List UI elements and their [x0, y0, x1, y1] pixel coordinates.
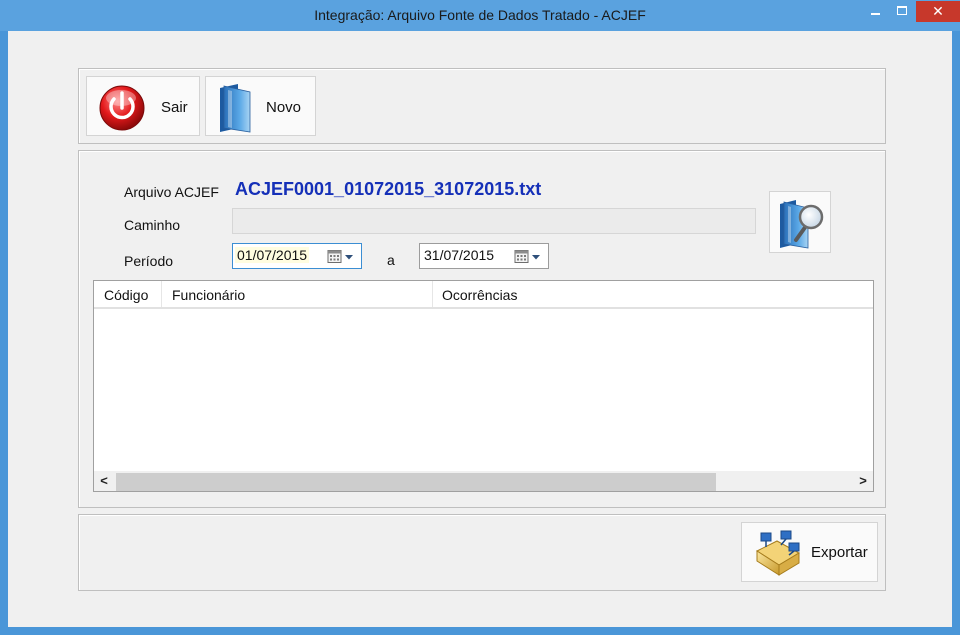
calendar-dropdown-icon[interactable]	[514, 249, 542, 265]
novo-button[interactable]: Novo	[205, 76, 316, 136]
scroll-left-icon[interactable]: <	[94, 471, 114, 491]
grid-header: Código Funcionário Ocorrências	[94, 281, 873, 309]
date-to-picker[interactable]: 31/07/2015	[419, 243, 549, 269]
sair-button[interactable]: Sair	[86, 76, 200, 136]
sair-label: Sair	[161, 99, 188, 116]
date-to-value[interactable]: 31/07/2015	[422, 247, 496, 263]
folder-icon	[220, 84, 251, 133]
novo-label: Novo	[266, 99, 302, 116]
periodo-separator: a	[387, 252, 395, 268]
column-header-codigo[interactable]: Código	[94, 281, 162, 307]
caminho-label: Caminho	[124, 217, 181, 233]
footer-panel: Exportar	[78, 514, 886, 591]
minimize-icon	[871, 13, 880, 15]
column-header-ocorrencias[interactable]: Ocorrências	[433, 281, 873, 307]
date-from-value[interactable]: 01/07/2015	[235, 247, 310, 263]
arquivo-label: Arquivo ACJEF	[124, 184, 219, 200]
exportar-label: Exportar	[811, 544, 868, 561]
title-bar[interactable]: Integração: Arquivo Fonte de Dados Trata…	[0, 0, 960, 31]
exportar-button[interactable]: Exportar	[741, 522, 878, 582]
search-file-button[interactable]	[769, 191, 831, 253]
minimize-button[interactable]	[862, 1, 888, 21]
close-icon: ✕	[932, 3, 944, 19]
scrollbar-thumb[interactable]	[116, 473, 716, 491]
periodo-label: Período	[124, 253, 174, 269]
maximize-icon	[897, 6, 907, 15]
ocorrencias-grid[interactable]: Código Funcionário Ocorrências < >	[93, 280, 874, 492]
close-button[interactable]: ✕	[916, 1, 960, 22]
date-from-picker[interactable]: 01/07/2015	[232, 243, 362, 269]
app-window: Integração: Arquivo Fonte de Dados Trata…	[0, 0, 960, 635]
scroll-right-icon[interactable]: >	[853, 471, 873, 491]
calendar-dropdown-icon[interactable]	[327, 249, 355, 265]
power-icon	[99, 85, 145, 131]
window-title: Integração: Arquivo Fonte de Dados Trata…	[314, 7, 646, 23]
caminho-input[interactable]	[232, 208, 756, 234]
column-header-funcionario[interactable]: Funcionário	[162, 281, 433, 307]
horizontal-scrollbar[interactable]: < >	[94, 471, 873, 491]
arquivo-filename: ACJEF0001_01072015_31072015.txt	[235, 179, 542, 199]
export-icon	[755, 530, 801, 576]
folder-search-icon	[780, 200, 824, 249]
toolbar-panel: Sair Novo	[78, 68, 886, 144]
client-area: Sair Novo Arquivo ACJEF ACJEF0001_010720…	[8, 31, 952, 627]
maximize-button[interactable]	[889, 1, 915, 21]
file-panel: Arquivo ACJEF ACJEF0001_01072015_3107201…	[78, 150, 886, 508]
